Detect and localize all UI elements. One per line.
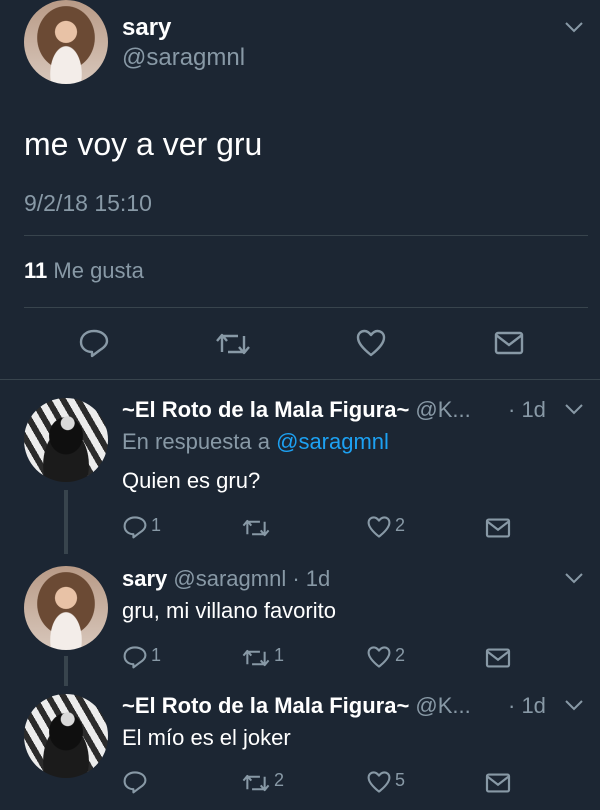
reply-icon[interactable] <box>122 645 148 669</box>
tweet-text: El mío es el joker <box>122 725 291 750</box>
tweet-timestamp: 9/2/18 15:10 <box>24 190 152 216</box>
reply-icon[interactable] <box>78 328 110 358</box>
like-count: 5 <box>395 770 406 790</box>
like-icon[interactable] <box>355 328 387 358</box>
retweet-icon[interactable] <box>241 647 271 669</box>
retweet-icon[interactable] <box>214 330 252 358</box>
thread-line <box>64 490 68 554</box>
chevron-down-icon[interactable] <box>564 402 584 416</box>
share-icon[interactable] <box>494 330 524 356</box>
author-handle[interactable]: @saragmnl <box>122 44 245 72</box>
retweet-icon[interactable] <box>241 772 271 794</box>
like-icon[interactable] <box>366 770 392 794</box>
like-count: 2 <box>395 515 406 535</box>
share-icon[interactable] <box>485 517 511 539</box>
reply-prefix: En respuesta a <box>122 429 270 454</box>
share-icon[interactable] <box>485 647 511 669</box>
author-name[interactable]: sary <box>122 566 167 591</box>
divider <box>24 307 588 308</box>
author-handle[interactable]: @K... <box>415 693 470 718</box>
share-icon[interactable] <box>485 772 511 794</box>
likes-label: Me gusta <box>53 258 144 283</box>
chevron-down-icon[interactable] <box>564 20 584 34</box>
tweet-time: · 1d <box>508 397 546 422</box>
author-handle[interactable]: @saragmnl <box>173 566 286 591</box>
like-icon[interactable] <box>366 515 392 539</box>
tweet-header: ~El Roto de la Mala Figura~ @K... <box>122 693 471 719</box>
reply-count: 1 <box>151 515 162 535</box>
author-name[interactable]: ~El Roto de la Mala Figura~ <box>122 693 409 718</box>
retweet-count: 2 <box>274 770 285 790</box>
avatar[interactable] <box>24 0 108 84</box>
reply-handle-link[interactable]: @saragmnl <box>276 429 389 454</box>
likes-count: 11 <box>24 258 48 283</box>
tweet-header: sary @saragmnl · 1d <box>122 566 330 592</box>
retweet-count: 1 <box>274 645 285 665</box>
thread-line <box>64 656 68 686</box>
tweet-time: · 1d <box>292 566 331 591</box>
author-name[interactable]: ~El Roto de la Mala Figura~ <box>122 397 409 422</box>
likes-summary[interactable]: 11 Me gusta <box>24 258 144 284</box>
chevron-down-icon[interactable] <box>564 571 584 585</box>
like-icon[interactable] <box>366 645 392 669</box>
author-name[interactable]: sary <box>122 14 171 42</box>
tweet-header: ~El Roto de la Mala Figura~ @K... <box>122 397 471 423</box>
divider <box>0 379 600 380</box>
tweet-text: Quien es gru? <box>122 468 261 493</box>
tweet-time: · 1d <box>508 693 546 718</box>
reply-count: 1 <box>151 645 162 665</box>
tweet-text: gru, mi villano favorito <box>122 598 336 623</box>
reply-context: En respuesta a @saragmnl <box>122 429 389 455</box>
avatar[interactable] <box>24 566 108 650</box>
reply-icon[interactable] <box>122 515 148 539</box>
chevron-down-icon[interactable] <box>564 698 584 712</box>
author-handle[interactable]: @K... <box>415 397 470 422</box>
retweet-icon[interactable] <box>241 517 271 539</box>
avatar[interactable] <box>24 694 108 778</box>
like-count: 2 <box>395 645 406 665</box>
avatar[interactable] <box>24 398 108 482</box>
tweet-text: me voy a ver gru <box>24 126 263 162</box>
reply-icon[interactable] <box>122 770 148 794</box>
divider <box>24 235 588 236</box>
